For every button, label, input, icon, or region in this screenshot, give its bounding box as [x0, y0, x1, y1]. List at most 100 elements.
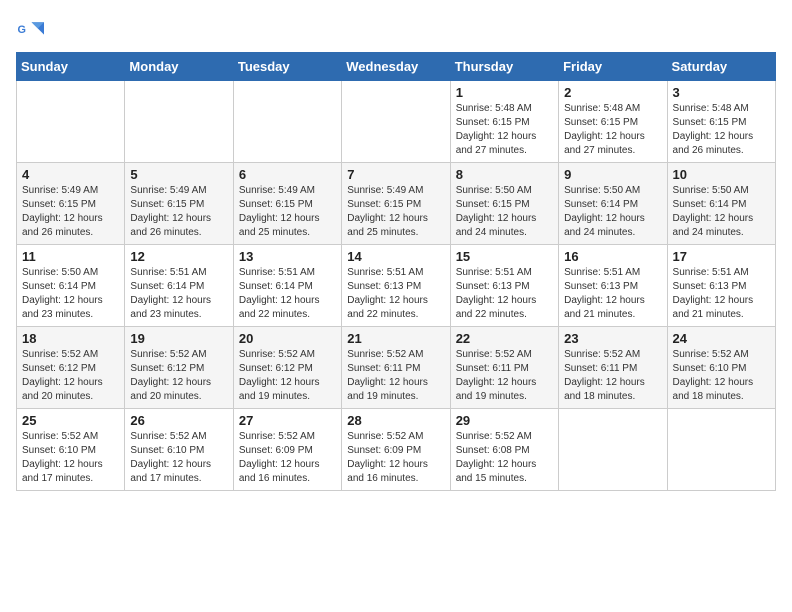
calendar-header-row: SundayMondayTuesdayWednesdayThursdayFrid… — [17, 53, 776, 81]
day-number: 3 — [673, 85, 770, 100]
column-header-tuesday: Tuesday — [233, 53, 341, 81]
day-number: 16 — [564, 249, 661, 264]
day-number: 13 — [239, 249, 336, 264]
logo: G — [16, 16, 48, 44]
calendar-cell: 2 Sunrise: 5:48 AMSunset: 6:15 PMDaylight… — [559, 81, 667, 163]
day-info: Sunrise: 5:51 AMSunset: 6:14 PMDaylight:… — [130, 266, 227, 322]
day-info: Sunrise: 5:52 AMSunset: 6:12 PMDaylight:… — [239, 348, 336, 404]
calendar-week-row: 11 Sunrise: 5:50 AMSunset: 6:14 PMDayligh… — [17, 245, 776, 327]
day-info: Sunrise: 5:51 AMSunset: 6:13 PMDaylight:… — [347, 266, 444, 322]
day-number: 1 — [456, 85, 553, 100]
calendar-cell: 12 Sunrise: 5:51 AMSunset: 6:14 PMDayligh… — [125, 245, 233, 327]
calendar-cell: 14 Sunrise: 5:51 AMSunset: 6:13 PMDayligh… — [342, 245, 450, 327]
calendar-cell: 16 Sunrise: 5:51 AMSunset: 6:13 PMDayligh… — [559, 245, 667, 327]
calendar-cell: 21 Sunrise: 5:52 AMSunset: 6:11 PMDayligh… — [342, 327, 450, 409]
day-number: 21 — [347, 331, 444, 346]
day-number: 22 — [456, 331, 553, 346]
day-info: Sunrise: 5:50 AMSunset: 6:14 PMDaylight:… — [673, 184, 770, 240]
calendar-cell — [667, 409, 775, 491]
day-number: 2 — [564, 85, 661, 100]
day-info: Sunrise: 5:52 AMSunset: 6:09 PMDaylight:… — [239, 430, 336, 486]
column-header-thursday: Thursday — [450, 53, 558, 81]
day-info: Sunrise: 5:48 AMSunset: 6:15 PMDaylight:… — [673, 102, 770, 158]
column-header-sunday: Sunday — [17, 53, 125, 81]
calendar-cell: 9 Sunrise: 5:50 AMSunset: 6:14 PMDaylight… — [559, 163, 667, 245]
day-number: 29 — [456, 413, 553, 428]
column-header-wednesday: Wednesday — [342, 53, 450, 81]
day-number: 8 — [456, 167, 553, 182]
calendar-cell — [233, 81, 341, 163]
day-number: 24 — [673, 331, 770, 346]
calendar-cell — [17, 81, 125, 163]
day-info: Sunrise: 5:52 AMSunset: 6:10 PMDaylight:… — [22, 430, 119, 486]
day-info: Sunrise: 5:51 AMSunset: 6:13 PMDaylight:… — [564, 266, 661, 322]
calendar-week-row: 18 Sunrise: 5:52 AMSunset: 6:12 PMDayligh… — [17, 327, 776, 409]
calendar-cell: 10 Sunrise: 5:50 AMSunset: 6:14 PMDayligh… — [667, 163, 775, 245]
calendar-cell: 23 Sunrise: 5:52 AMSunset: 6:11 PMDayligh… — [559, 327, 667, 409]
calendar-cell: 26Sunrise: 5:52 AMSunset: 6:10 PMDayligh… — [125, 409, 233, 491]
day-info: Sunrise: 5:50 AMSunset: 6:14 PMDaylight:… — [564, 184, 661, 240]
calendar-cell: 20Sunrise: 5:52 AMSunset: 6:12 PMDayligh… — [233, 327, 341, 409]
day-number: 27 — [239, 413, 336, 428]
day-number: 19 — [130, 331, 227, 346]
calendar-cell: 11 Sunrise: 5:50 AMSunset: 6:14 PMDayligh… — [17, 245, 125, 327]
calendar-cell: 3 Sunrise: 5:48 AMSunset: 6:15 PMDaylight… — [667, 81, 775, 163]
day-number: 25 — [22, 413, 119, 428]
day-number: 11 — [22, 249, 119, 264]
day-info: Sunrise: 5:50 AMSunset: 6:14 PMDaylight:… — [22, 266, 119, 322]
day-info: Sunrise: 5:52 AMSunset: 6:11 PMDaylight:… — [347, 348, 444, 404]
calendar-cell: 1 Sunrise: 5:48 AMSunset: 6:15 PMDaylight… — [450, 81, 558, 163]
calendar-cell: 6 Sunrise: 5:49 AMSunset: 6:15 PMDaylight… — [233, 163, 341, 245]
column-header-saturday: Saturday — [667, 53, 775, 81]
day-number: 10 — [673, 167, 770, 182]
calendar-week-row: 25 Sunrise: 5:52 AMSunset: 6:10 PMDayligh… — [17, 409, 776, 491]
calendar-cell: 27 Sunrise: 5:52 AMSunset: 6:09 PMDayligh… — [233, 409, 341, 491]
day-info: Sunrise: 5:52 AMSunset: 6:12 PMDaylight:… — [130, 348, 227, 404]
calendar-week-row: 1 Sunrise: 5:48 AMSunset: 6:15 PMDaylight… — [17, 81, 776, 163]
calendar-cell: 28 Sunrise: 5:52 AMSunset: 6:09 PMDayligh… — [342, 409, 450, 491]
day-number: 28 — [347, 413, 444, 428]
calendar-week-row: 4Sunrise: 5:49 AMSunset: 6:15 PMDaylight… — [17, 163, 776, 245]
column-header-monday: Monday — [125, 53, 233, 81]
day-number: 17 — [673, 249, 770, 264]
day-number: 18 — [22, 331, 119, 346]
calendar-cell: 22Sunrise: 5:52 AMSunset: 6:11 PMDayligh… — [450, 327, 558, 409]
calendar-cell: 8 Sunrise: 5:50 AMSunset: 6:15 PMDaylight… — [450, 163, 558, 245]
page-header: G — [16, 16, 776, 44]
day-info: Sunrise: 5:52 AMSunset: 6:12 PMDaylight:… — [22, 348, 119, 404]
day-info: Sunrise: 5:51 AMSunset: 6:13 PMDaylight:… — [673, 266, 770, 322]
svg-text:G: G — [18, 24, 26, 36]
day-info: Sunrise: 5:48 AMSunset: 6:15 PMDaylight:… — [456, 102, 553, 158]
calendar-cell: 15Sunrise: 5:51 AMSunset: 6:13 PMDayligh… — [450, 245, 558, 327]
calendar-cell: 17 Sunrise: 5:51 AMSunset: 6:13 PMDayligh… — [667, 245, 775, 327]
day-number: 5 — [130, 167, 227, 182]
day-number: 23 — [564, 331, 661, 346]
day-number: 6 — [239, 167, 336, 182]
column-header-friday: Friday — [559, 53, 667, 81]
day-info: Sunrise: 5:52 AMSunset: 6:10 PMDaylight:… — [130, 430, 227, 486]
day-info: Sunrise: 5:50 AMSunset: 6:15 PMDaylight:… — [456, 184, 553, 240]
day-info: Sunrise: 5:49 AMSunset: 6:15 PMDaylight:… — [130, 184, 227, 240]
calendar-cell: 19 Sunrise: 5:52 AMSunset: 6:12 PMDayligh… — [125, 327, 233, 409]
calendar-cell: 7 Sunrise: 5:49 AMSunset: 6:15 PMDaylight… — [342, 163, 450, 245]
day-number: 7 — [347, 167, 444, 182]
calendar-cell: 5 Sunrise: 5:49 AMSunset: 6:15 PMDaylight… — [125, 163, 233, 245]
day-number: 9 — [564, 167, 661, 182]
day-info: Sunrise: 5:52 AMSunset: 6:09 PMDaylight:… — [347, 430, 444, 486]
day-number: 12 — [130, 249, 227, 264]
day-info: Sunrise: 5:51 AMSunset: 6:14 PMDaylight:… — [239, 266, 336, 322]
day-info: Sunrise: 5:52 AMSunset: 6:08 PMDaylight:… — [456, 430, 553, 486]
day-number: 15 — [456, 249, 553, 264]
day-info: Sunrise: 5:48 AMSunset: 6:15 PMDaylight:… — [564, 102, 661, 158]
calendar-cell: 13 Sunrise: 5:51 AMSunset: 6:14 PMDayligh… — [233, 245, 341, 327]
calendar-cell — [559, 409, 667, 491]
calendar-cell: 25 Sunrise: 5:52 AMSunset: 6:10 PMDayligh… — [17, 409, 125, 491]
day-info: Sunrise: 5:49 AMSunset: 6:15 PMDaylight:… — [239, 184, 336, 240]
calendar-cell: 24Sunrise: 5:52 AMSunset: 6:10 PMDayligh… — [667, 327, 775, 409]
calendar-cell — [125, 81, 233, 163]
day-number: 14 — [347, 249, 444, 264]
day-info: Sunrise: 5:49 AMSunset: 6:15 PMDaylight:… — [347, 184, 444, 240]
logo-icon: G — [16, 16, 44, 44]
day-info: Sunrise: 5:52 AMSunset: 6:11 PMDaylight:… — [564, 348, 661, 404]
day-info: Sunrise: 5:49 AMSunset: 6:15 PMDaylight:… — [22, 184, 119, 240]
